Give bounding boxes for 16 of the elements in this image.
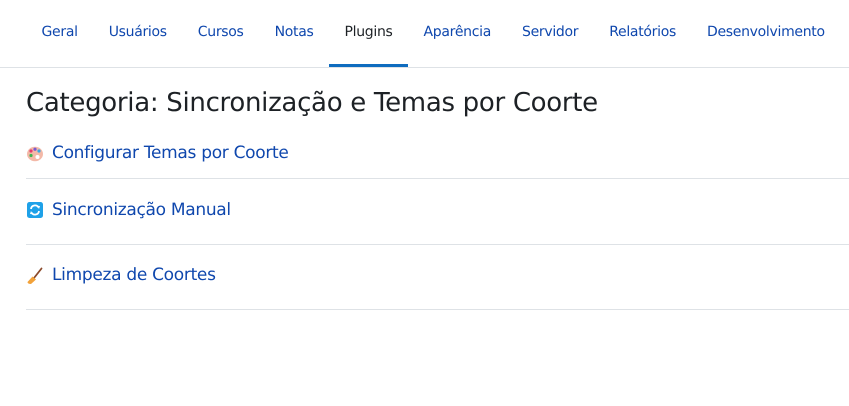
- settings-link[interactable]: Sincronização Manual: [52, 198, 231, 224]
- settings-link[interactable]: Configurar Temas por Coorte: [52, 140, 289, 166]
- nav-tab[interactable]: Plugins: [328, 0, 408, 67]
- page-heading: Categoria: Sincronização e Temas por Coorte: [26, 88, 599, 120]
- nav-tab[interactable]: Geral: [26, 0, 94, 67]
- nav-tab[interactable]: Desenvolvimento: [691, 0, 840, 67]
- refresh-icon: [26, 201, 44, 220]
- settings-link[interactable]: Limpeza de Coortes: [52, 263, 216, 289]
- broom-icon: [26, 266, 44, 285]
- nav-tab[interactable]: Cursos: [182, 0, 260, 67]
- nav-tab[interactable]: Notas: [259, 0, 329, 67]
- nav-tab[interactable]: Servidor: [506, 0, 594, 67]
- nav-tab[interactable]: Usuários: [93, 0, 182, 67]
- nav-tab[interactable]: Aparência: [408, 0, 506, 67]
- nav-tab[interactable]: Relatórios: [594, 0, 692, 67]
- palette-icon: [26, 144, 44, 163]
